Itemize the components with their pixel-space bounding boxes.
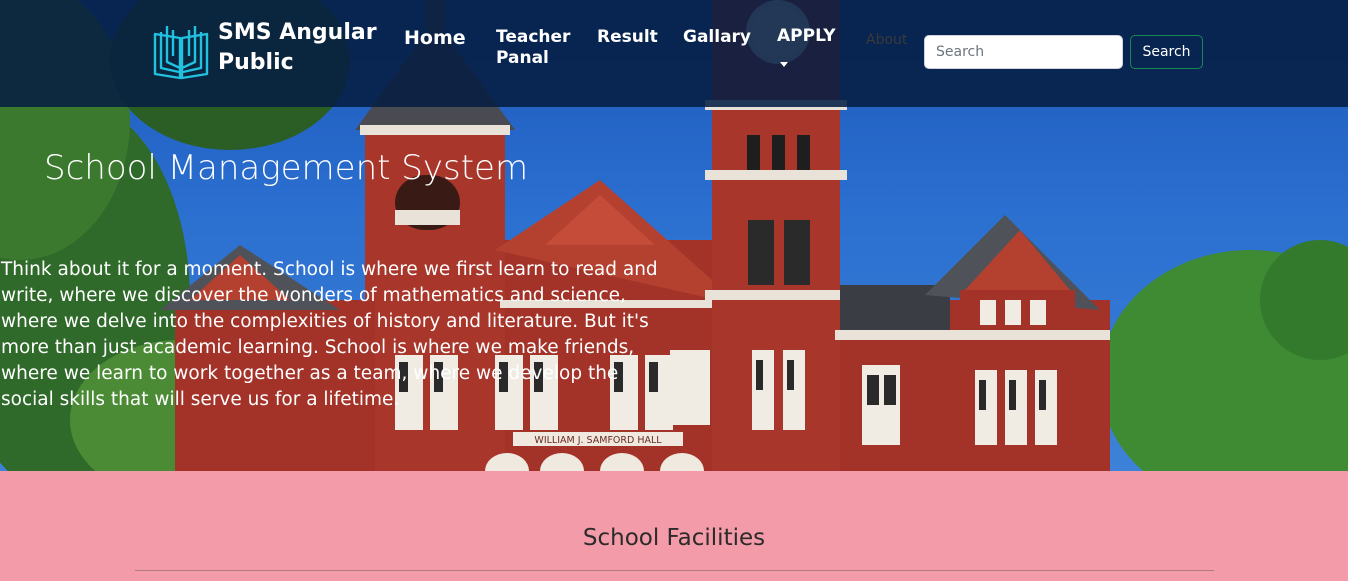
search-input[interactable] <box>924 35 1123 69</box>
caret-down-icon[interactable] <box>780 62 788 67</box>
hero-description: Think about it for a moment. School is w… <box>1 259 658 410</box>
nav-teacher-panel[interactable]: Teacher Panal <box>496 27 576 69</box>
nav-gallery[interactable]: Gallary <box>683 27 751 48</box>
top-navbar: SMS Angular Public Home Teacher Panal Re… <box>0 0 1348 107</box>
search-button[interactable]: Search <box>1130 35 1203 69</box>
section-divider <box>135 570 1214 571</box>
hero-title: School Management System <box>44 148 529 188</box>
nav-about[interactable]: About <box>866 30 907 51</box>
open-book-icon[interactable] <box>152 22 210 80</box>
brand-name[interactable]: SMS Angular Public <box>218 18 388 78</box>
facilities-heading: School Facilities <box>582 525 766 551</box>
nav-apply-dropdown[interactable]: APPLY <box>777 26 836 47</box>
nav-result[interactable]: Result <box>597 27 658 48</box>
building-sign-text: WILLIAM J. SAMFORD HALL <box>534 435 662 446</box>
nav-home[interactable]: Home <box>404 28 466 49</box>
